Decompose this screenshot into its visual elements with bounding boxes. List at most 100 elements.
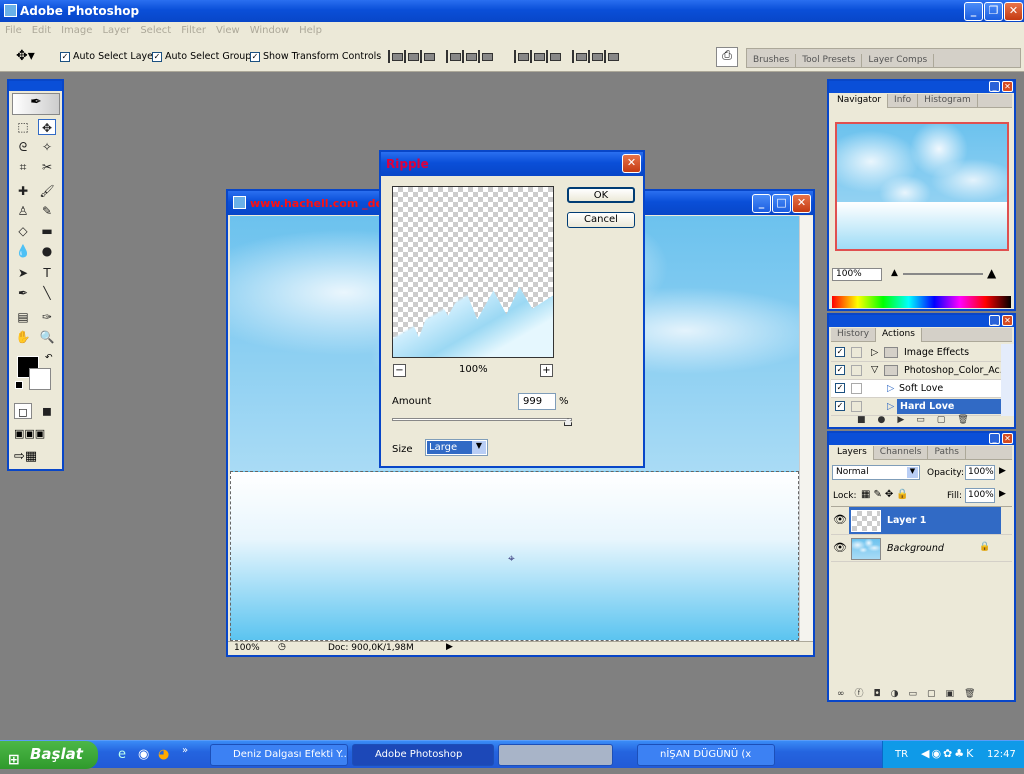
align-left-icon[interactable] bbox=[446, 50, 461, 63]
dialog-toggle-icon[interactable] bbox=[851, 365, 862, 376]
navigator-zoom-slider[interactable] bbox=[903, 273, 983, 275]
panel-close-button[interactable]: ✕ bbox=[1002, 81, 1013, 92]
stamp-tool-icon[interactable]: ♙ bbox=[14, 203, 32, 219]
task-button-folder[interactable]: nİŞAN DÜGÜNÜ (x bbox=[637, 744, 775, 766]
checkbox-icon[interactable]: ✓ bbox=[250, 51, 260, 62]
zoom-out-button[interactable]: − bbox=[393, 364, 406, 377]
dialog-close-button[interactable]: ✕ bbox=[622, 154, 641, 173]
zoom-in-button[interactable]: + bbox=[540, 364, 553, 377]
close-button[interactable]: ✕ bbox=[1004, 2, 1023, 21]
list-item[interactable]: ✓ ▷ Soft Love bbox=[831, 380, 1012, 398]
opacity-input[interactable]: 100% bbox=[965, 465, 995, 480]
lasso-tool-icon[interactable]: ᘓ bbox=[14, 139, 32, 155]
swap-colors-icon[interactable]: ↶ bbox=[45, 353, 53, 363]
menu-select[interactable]: Select bbox=[135, 22, 176, 39]
status-menu-arrow-icon[interactable]: ▶ bbox=[446, 642, 453, 652]
gradient-tool-icon[interactable]: ▬ bbox=[38, 223, 56, 239]
move-tool-icon[interactable]: ✥▾ bbox=[16, 48, 35, 64]
menu-window[interactable]: Window bbox=[245, 22, 294, 39]
quicklaunch-more-icon[interactable]: » bbox=[182, 745, 188, 756]
task-button-photoshop[interactable]: Adobe Photoshop bbox=[352, 744, 494, 766]
panel-close-button[interactable]: ✕ bbox=[1002, 433, 1013, 444]
tab-navigator[interactable]: Navigator bbox=[831, 94, 889, 108]
tab-histogram[interactable]: Histogram bbox=[918, 94, 978, 108]
menu-layer[interactable]: Layer bbox=[97, 22, 135, 39]
fill-arrow-icon[interactable]: ▶ bbox=[999, 489, 1006, 499]
blur-tool-icon[interactable]: 💧 bbox=[14, 243, 32, 259]
checkbox-icon[interactable]: ✓ bbox=[60, 51, 70, 62]
blend-mode-select[interactable]: Normal ▼ bbox=[832, 465, 920, 480]
slice-tool-icon[interactable]: ✂ bbox=[38, 159, 56, 175]
show-transform-option[interactable]: ✓ Show Transform Controls bbox=[250, 51, 381, 62]
path-selection-tool-icon[interactable]: ➤ bbox=[14, 265, 32, 281]
filter-preview[interactable] bbox=[392, 186, 554, 358]
default-colors-icon[interactable] bbox=[15, 381, 23, 389]
distribute-vcenter-icon[interactable] bbox=[530, 50, 545, 63]
brush-tool-icon[interactable]: 🖌 bbox=[38, 183, 56, 199]
menu-view[interactable]: View bbox=[211, 22, 245, 39]
list-item[interactable]: ✓ ▷ Hard Love bbox=[831, 398, 1012, 416]
auto-select-layer-option[interactable]: ✓ Auto Select Layer bbox=[60, 51, 157, 62]
panel-close-button[interactable]: ✕ bbox=[1002, 315, 1013, 326]
align-hcenter-icon[interactable] bbox=[462, 50, 477, 63]
jump-to-imageready-icon[interactable]: ⇨▦ bbox=[14, 449, 37, 464]
checkbox-icon[interactable]: ✓ bbox=[835, 365, 845, 375]
zoom-tool-icon[interactable]: 🔍 bbox=[38, 329, 56, 345]
task-button-firefox[interactable]: Deniz Dalgası Efekti Y... bbox=[210, 744, 348, 766]
checkbox-icon[interactable]: ✓ bbox=[152, 51, 162, 62]
align-bottom-icon[interactable] bbox=[420, 50, 435, 63]
expand-triangle-icon[interactable]: ▷ bbox=[871, 347, 878, 358]
distribute-bottom-icon[interactable] bbox=[546, 50, 561, 63]
marquee-tool-icon[interactable]: ⬚ bbox=[14, 119, 32, 135]
menu-help[interactable]: Help bbox=[294, 22, 327, 39]
menu-file[interactable]: File bbox=[0, 22, 27, 39]
amount-input[interactable]: 999 bbox=[518, 393, 556, 410]
menu-image[interactable]: Image bbox=[56, 22, 97, 39]
distribute-right-icon[interactable] bbox=[604, 50, 619, 63]
screen-mode-icons[interactable]: ▣▣▣ bbox=[14, 427, 45, 440]
history-brush-tool-icon[interactable]: ✎ bbox=[38, 203, 56, 219]
move-tool-icon[interactable]: ✥ bbox=[38, 119, 56, 135]
size-select[interactable]: Large ▼ bbox=[425, 439, 488, 456]
quick-mask-mode-icon[interactable]: ◼ bbox=[38, 403, 56, 419]
healing-brush-tool-icon[interactable]: ✚ bbox=[14, 183, 32, 199]
doc-close-button[interactable]: ✕ bbox=[792, 194, 811, 213]
transform-center-icon[interactable]: ⌖ bbox=[508, 551, 515, 566]
tab-actions[interactable]: Actions bbox=[876, 328, 922, 342]
zoom-in-mountain-icon[interactable]: ▲ bbox=[987, 266, 996, 280]
auto-select-groups-option[interactable]: ✓ Auto Select Groups bbox=[152, 51, 256, 62]
distribute-hcenter-icon[interactable] bbox=[588, 50, 603, 63]
distribute-left-icon[interactable] bbox=[572, 50, 587, 63]
list-item[interactable]: ✓ ▷ Image Effects bbox=[831, 344, 1012, 362]
visibility-eye-icon[interactable]: 👁 bbox=[833, 513, 847, 526]
notes-tool-icon[interactable]: ▤ bbox=[14, 309, 32, 325]
align-right-icon[interactable] bbox=[478, 50, 493, 63]
task-button-blank[interactable] bbox=[498, 744, 613, 766]
list-item[interactable]: ✓ ▽ Photoshop_Color_Ac... bbox=[831, 362, 1012, 380]
start-button[interactable]: ⊞ Başlat bbox=[0, 741, 98, 769]
lock-icons[interactable]: ▦✎✥🔒 bbox=[861, 489, 912, 500]
zoom-readout[interactable]: 100% bbox=[234, 643, 260, 653]
dodge-tool-icon[interactable]: ● bbox=[38, 243, 56, 259]
quicklaunch-firefox-icon[interactable]: ◕ bbox=[158, 747, 169, 762]
tab-channels[interactable]: Channels bbox=[874, 446, 929, 460]
language-indicator[interactable]: TR bbox=[895, 749, 908, 760]
panel-minimize-button[interactable]: _ bbox=[989, 81, 1000, 92]
expand-triangle-icon[interactable]: ▷ bbox=[887, 401, 894, 412]
well-tab-tool-presets[interactable]: Tool Presets bbox=[796, 54, 863, 68]
minimize-button[interactable]: _ bbox=[964, 2, 983, 21]
amount-slider-track[interactable] bbox=[392, 418, 572, 421]
actions-scrollbar[interactable] bbox=[1001, 344, 1014, 416]
background-color-swatch[interactable] bbox=[29, 368, 51, 390]
layer-row-background[interactable]: 👁 Background 🔒 bbox=[831, 534, 1012, 562]
menu-edit[interactable]: Edit bbox=[27, 22, 56, 39]
tab-info[interactable]: Info bbox=[888, 94, 919, 108]
line-tool-icon[interactable]: ╲ bbox=[38, 285, 56, 301]
restore-button[interactable]: ❐ bbox=[984, 2, 1003, 21]
tab-history[interactable]: History bbox=[831, 328, 877, 342]
panel-minimize-button[interactable]: _ bbox=[989, 433, 1000, 444]
well-tab-brushes[interactable]: Brushes bbox=[747, 54, 797, 68]
color-bar[interactable] bbox=[832, 296, 1011, 308]
checkbox-icon[interactable]: ✓ bbox=[835, 347, 845, 357]
magic-wand-tool-icon[interactable]: ✧ bbox=[38, 139, 56, 155]
